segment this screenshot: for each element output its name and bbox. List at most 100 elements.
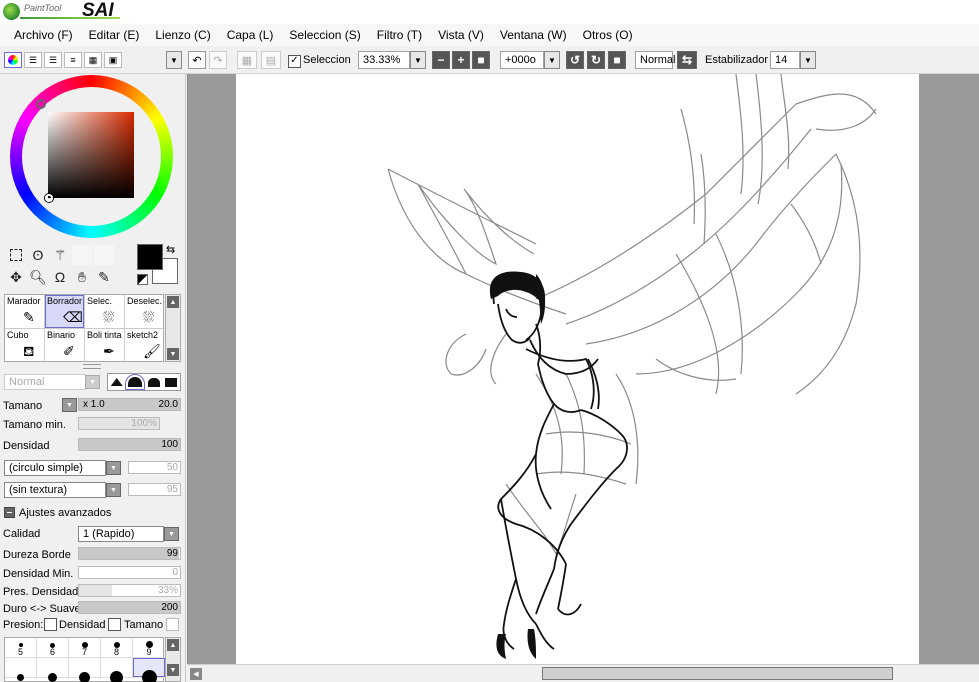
calidad-dropdown-icon[interactable]: ▼ (164, 527, 179, 541)
hue-selector-knob[interactable] (36, 99, 46, 109)
eyedropper-tool[interactable]: ✎ (94, 267, 114, 287)
menu-filtro[interactable]: Filtro (T) (369, 28, 430, 42)
menu-ventana[interactable]: Ventana (W) (492, 28, 575, 42)
rotation-field[interactable]: +000o (500, 51, 544, 69)
move-tool[interactable]: ✥ (6, 267, 26, 287)
menu-archivo[interactable]: Archivo (F) (6, 28, 81, 42)
shape-strength-slider[interactable]: 50 (128, 461, 181, 474)
drawing-canvas[interactable] (236, 73, 919, 664)
scroll-down-icon[interactable]: ▼ (167, 664, 179, 676)
stabilizer-field[interactable]: 14 (770, 51, 800, 69)
selection-checkbox[interactable]: ✓ (288, 55, 301, 68)
brush-slot[interactable]: Deselec. ⛆ (125, 295, 165, 329)
scroll-up-icon[interactable]: ▲ (167, 296, 179, 308)
brush-slot[interactable]: sketch2 🖌︎ (125, 329, 165, 363)
scratchpad-tab[interactable]: ▣ (104, 52, 122, 68)
panel-resize-handle[interactable] (83, 364, 101, 369)
brush-blend-mode-select[interactable]: Normal (4, 374, 86, 390)
size-preset[interactable] (101, 658, 133, 682)
rotation-reset-button[interactable]: ■ (608, 51, 626, 69)
size-preset[interactable]: 7 (69, 638, 101, 658)
menu-otros[interactable]: Otros (O) (575, 28, 641, 42)
texture-select[interactable]: (sin textura) (4, 482, 106, 498)
size-preset[interactable] (69, 658, 101, 682)
scroll-left-icon[interactable]: ◀ (190, 668, 202, 680)
rect-select-tool[interactable] (6, 245, 26, 265)
scrollbar-thumb[interactable] (542, 667, 893, 680)
brush-slot[interactable]: Boli tinta ✒ (85, 329, 125, 363)
zoom-in-button[interactable]: + (452, 51, 470, 69)
rotation-dropdown[interactable]: ▼ (544, 51, 560, 69)
texture-dropdown-icon[interactable]: ▼ (106, 483, 121, 497)
undo-button[interactable]: ↶ (188, 51, 206, 69)
rotate-tool[interactable]: Ω (50, 267, 70, 287)
size-preset[interactable]: 6 (37, 638, 69, 658)
shape-flat-icon[interactable] (147, 377, 160, 387)
duro-suave-slider[interactable]: 200 (78, 601, 181, 614)
redo-button[interactable]: ↷ (209, 51, 227, 69)
pres-densidad-slider[interactable]: 33% (78, 584, 181, 597)
shape-sharp-icon[interactable] (110, 378, 123, 386)
sv-selector-knob[interactable] (45, 194, 53, 202)
calidad-select[interactable]: 1 (Rapido) (78, 526, 164, 542)
stabilizer-dropdown[interactable]: ▼ (800, 51, 816, 69)
lasso-tool[interactable]: ʘ (28, 245, 48, 265)
swap-colors-icon[interactable]: ⇆ (166, 243, 175, 256)
tamano-min-slider[interactable]: 100% (78, 417, 160, 430)
panel-menu-dropdown[interactable]: ▼ (166, 51, 182, 69)
tamano-dropdown-icon[interactable]: ▼ (62, 398, 77, 412)
size-preset[interactable] (37, 658, 69, 682)
zoom-dropdown[interactable]: ▼ (410, 51, 426, 69)
menu-seleccion[interactable]: Seleccion (S) (281, 28, 368, 42)
invert-selection-button[interactable]: ▤ (261, 51, 281, 69)
size-preset[interactable]: 5 (5, 638, 37, 658)
texture-strength-slider[interactable]: 95 (128, 483, 181, 496)
brush-slot[interactable]: Selec. ⛆ (85, 295, 125, 329)
brush-slot[interactable]: Borrador ⌫ (45, 295, 85, 329)
brush-slot[interactable]: Binario ✐ (45, 329, 85, 363)
zoom-out-button[interactable]: − (432, 51, 450, 69)
brush-shape-select[interactable]: (circulo simple) (4, 460, 106, 476)
shape-round-icon[interactable] (125, 374, 146, 390)
presion-tamano-checkbox[interactable] (108, 618, 121, 631)
zoom-reset-button[interactable]: ■ (472, 51, 490, 69)
hand-tool[interactable]: ✋︎ (72, 267, 92, 287)
shape-dropdown-icon[interactable]: ▼ (106, 461, 121, 475)
densidad-slider[interactable]: 100 (78, 438, 181, 451)
rgb-slider-tab[interactable]: ☰ (24, 52, 42, 68)
size-preset[interactable] (133, 658, 165, 682)
tamano-slider[interactable]: x 1.0 20.0 (78, 398, 181, 411)
menu-vista[interactable]: Vista (V) (430, 28, 492, 42)
reset-colors-icon[interactable] (137, 274, 148, 285)
size-preset[interactable]: 9 (133, 638, 165, 658)
saturation-value-square[interactable] (48, 112, 134, 198)
dureza-slider[interactable]: 99 (78, 547, 181, 560)
foreground-color-swatch[interactable] (137, 244, 163, 270)
rotate-left-button[interactable]: ↺ (566, 51, 584, 69)
brush-slot[interactable]: Marador ✎ (5, 295, 45, 329)
menu-lienzo[interactable]: Lienzo (C) (147, 28, 218, 42)
presion-extra-checkbox[interactable] (166, 618, 179, 631)
rotate-right-button[interactable]: ↻ (587, 51, 605, 69)
zoom-tool[interactable]: 🔍︎ (28, 267, 48, 287)
blend-dropdown-icon[interactable]: ▼ (85, 375, 100, 389)
menu-capa[interactable]: Capa (L) (219, 28, 282, 42)
brush-grid-scrollbar[interactable]: ▲ ▼ (165, 294, 181, 362)
magic-wand-tool[interactable]: ⚚ (50, 245, 70, 265)
brush-slot[interactable]: Cubo ⛾ (5, 329, 45, 363)
shape-square-icon[interactable] (165, 377, 178, 387)
mixer-tab[interactable]: ≡ (64, 52, 82, 68)
deselect-button[interactable]: ▦ (237, 51, 257, 69)
size-presets-scrollbar[interactable]: ▲ ▼ (165, 637, 181, 682)
size-preset[interactable] (5, 658, 37, 681)
size-preset[interactable]: 8 (101, 638, 133, 658)
flip-view-button[interactable]: ⇆ (677, 51, 697, 69)
scroll-down-icon[interactable]: ▼ (167, 348, 179, 360)
view-mode-field[interactable]: Normal (635, 51, 675, 69)
color-wheel-tab[interactable] (4, 52, 22, 68)
collapse-advanced-icon[interactable] (4, 507, 15, 518)
presion-densidad-checkbox[interactable] (44, 618, 57, 631)
swatches-tab[interactable]: ▦ (84, 52, 102, 68)
zoom-field[interactable]: 33.33% (358, 51, 410, 69)
menu-editar[interactable]: Editar (E) (81, 28, 148, 42)
